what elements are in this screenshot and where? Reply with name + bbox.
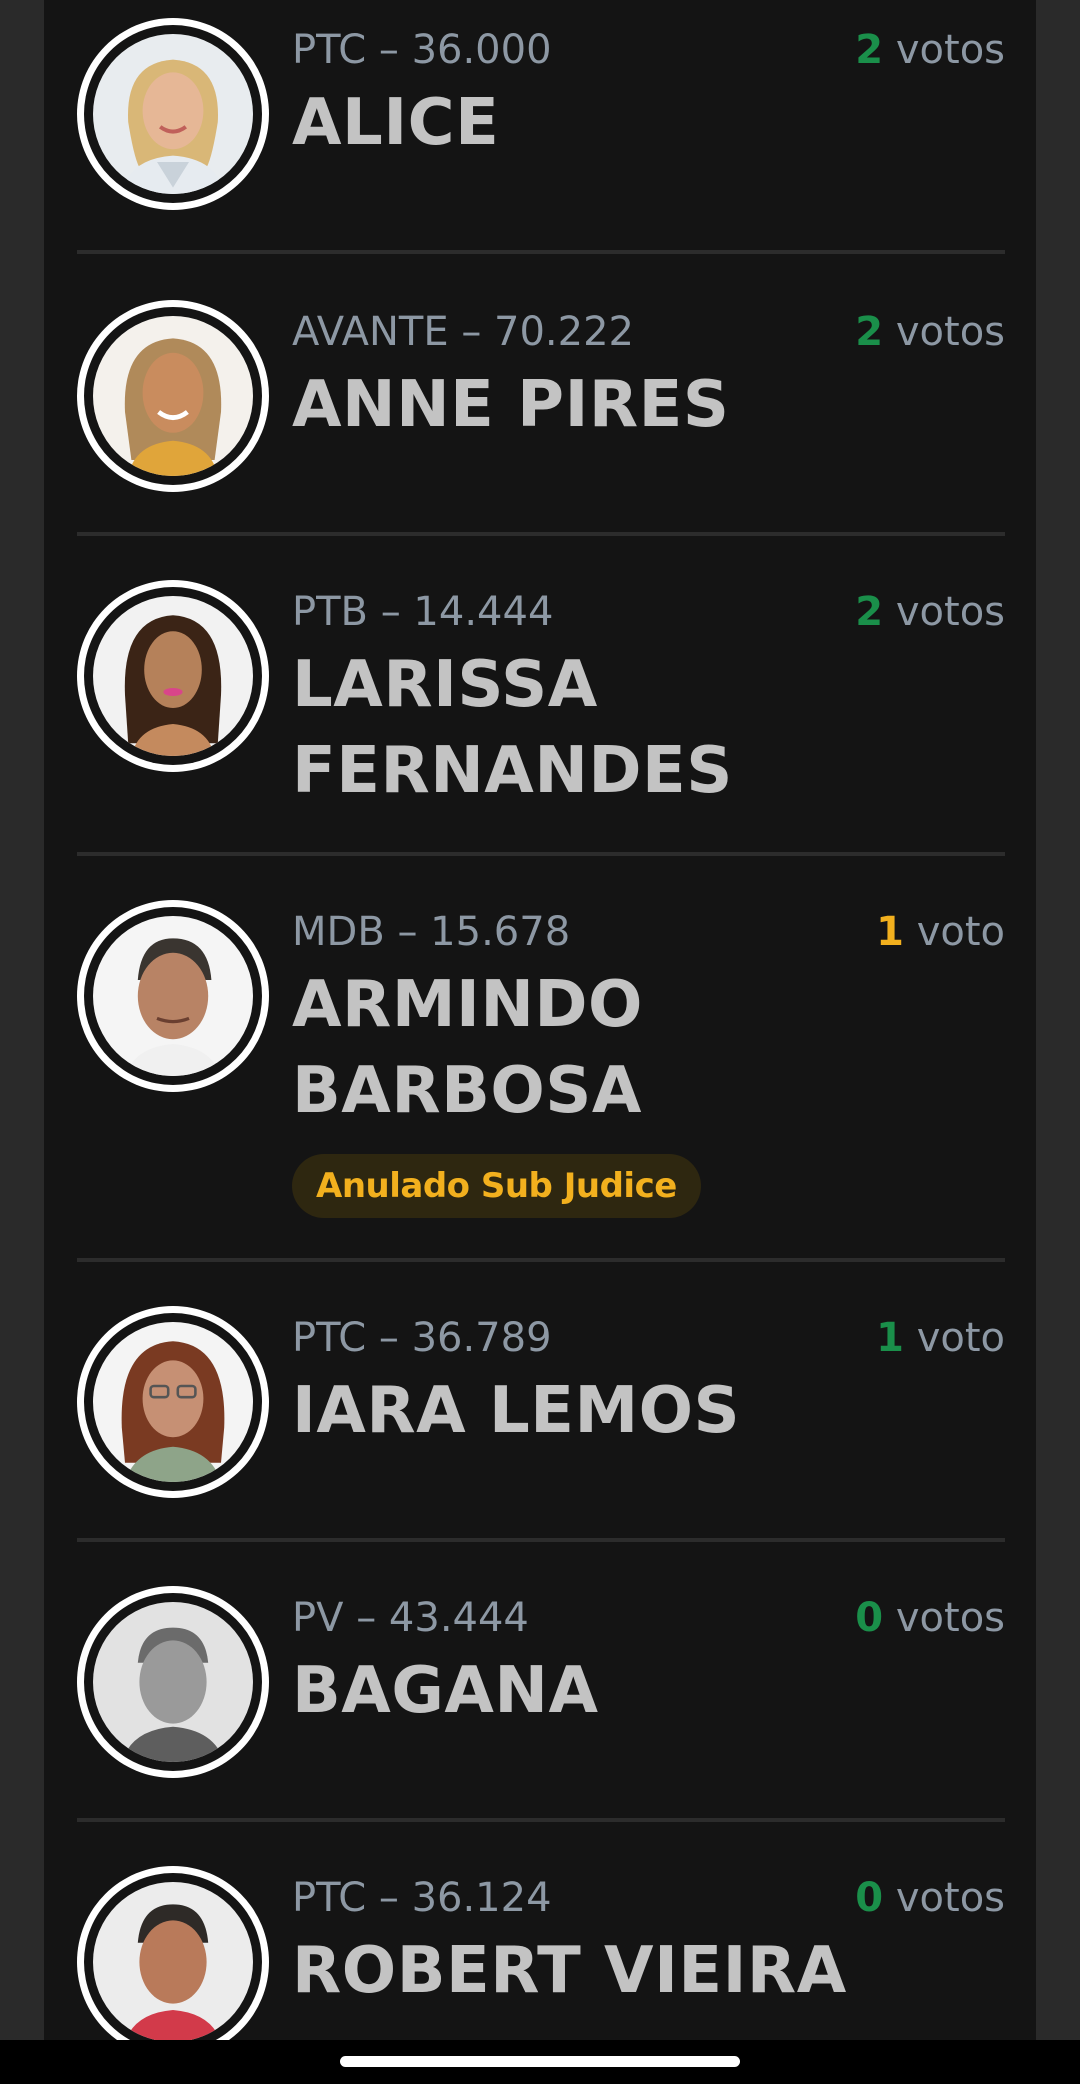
- candidate-avatar: [77, 1866, 269, 2040]
- candidate-photo: [93, 596, 253, 756]
- row-divider: [77, 1258, 1005, 1262]
- candidate-name: ANNE PIRES: [292, 368, 730, 442]
- candidate-avatar: [77, 900, 269, 1092]
- candidate-row[interactable]: PTC – 36.000 2 votos ALICE: [77, 18, 1005, 230]
- vote-number: 2: [855, 589, 884, 635]
- vote-unit: voto: [916, 1315, 1005, 1361]
- vote-unit: votos: [895, 309, 1005, 355]
- candidate-name: BAGANA: [292, 1654, 599, 1728]
- party-number: MDB – 15.678: [292, 909, 571, 955]
- candidate-name: ROBERT VIEIRA: [292, 1934, 847, 2008]
- row-divider: [77, 250, 1005, 254]
- candidate-name: ARMINDO BARBOSA: [292, 968, 643, 1128]
- vote-number: 1: [876, 1315, 904, 1361]
- row-divider: [77, 1818, 1005, 1822]
- party-number: PTC – 36.124: [292, 1875, 552, 1921]
- candidate-row[interactable]: MDB – 15.678 1 voto ARMINDO BARBOSA Anul…: [77, 900, 1005, 1240]
- candidate-name: ALICE: [292, 86, 500, 160]
- candidate-avatar: [77, 18, 269, 210]
- vote-number: 1: [876, 909, 904, 955]
- candidate-row[interactable]: PTB – 14.444 2 votos LARISSA FERNANDES: [77, 580, 1005, 850]
- vote-count: 1 voto: [876, 1314, 1005, 1362]
- candidate-photo: [93, 1322, 253, 1482]
- vote-number: 0: [855, 1595, 884, 1641]
- vote-unit: votos: [895, 1875, 1005, 1921]
- candidate-name: IARA LEMOS: [292, 1374, 741, 1448]
- vote-number: 0: [855, 1875, 884, 1921]
- candidate-avatar: [77, 1306, 269, 1498]
- row-divider: [77, 532, 1005, 536]
- status-badge: Anulado Sub Judice: [292, 1154, 701, 1218]
- candidate-avatar: [77, 580, 269, 772]
- vote-number: 2: [855, 309, 884, 355]
- row-divider: [77, 1538, 1005, 1542]
- vote-count: 2 votos: [855, 26, 1005, 74]
- candidate-photo: [93, 1882, 253, 2040]
- candidate-row[interactable]: AVANTE – 70.222 2 votos ANNE PIRES: [77, 300, 1005, 512]
- vote-count: 0 votos: [855, 1594, 1005, 1642]
- vote-count: 2 votos: [855, 308, 1005, 356]
- vote-unit: votos: [895, 1595, 1005, 1641]
- candidate-row[interactable]: PTC – 36.124 0 votos ROBERT VIEIRA: [77, 1866, 1005, 2040]
- row-divider: [77, 852, 1005, 856]
- candidate-row[interactable]: PV – 43.444 0 votos BAGANA: [77, 1586, 1005, 1798]
- candidate-photo: [93, 316, 253, 476]
- candidate-name: LARISSA FERNANDES: [292, 648, 733, 808]
- candidate-photo: [93, 34, 253, 194]
- vote-unit: votos: [895, 589, 1005, 635]
- vote-count: 2 votos: [855, 588, 1005, 636]
- home-indicator[interactable]: [340, 2056, 740, 2067]
- candidate-row[interactable]: PTC – 36.789 1 voto IARA LEMOS: [77, 1306, 1005, 1518]
- candidate-photo: [93, 1602, 253, 1762]
- party-number: AVANTE – 70.222: [292, 309, 634, 355]
- vote-unit: voto: [916, 909, 1005, 955]
- party-number: PTC – 36.000: [292, 27, 552, 73]
- candidate-avatar: [77, 1586, 269, 1778]
- vote-number: 2: [855, 27, 884, 73]
- party-number: PV – 43.444: [292, 1595, 529, 1641]
- vote-unit: votos: [895, 27, 1005, 73]
- candidate-list: PTC – 36.000 2 votos ALICE AVANTE – 70.2…: [44, 0, 1036, 2040]
- party-number: PTB – 14.444: [292, 589, 554, 635]
- party-number: PTC – 36.789: [292, 1315, 552, 1361]
- vote-count: 1 voto: [876, 908, 1005, 956]
- candidate-avatar: [77, 300, 269, 492]
- vote-count: 0 votos: [855, 1874, 1005, 1922]
- candidate-photo: [93, 916, 253, 1076]
